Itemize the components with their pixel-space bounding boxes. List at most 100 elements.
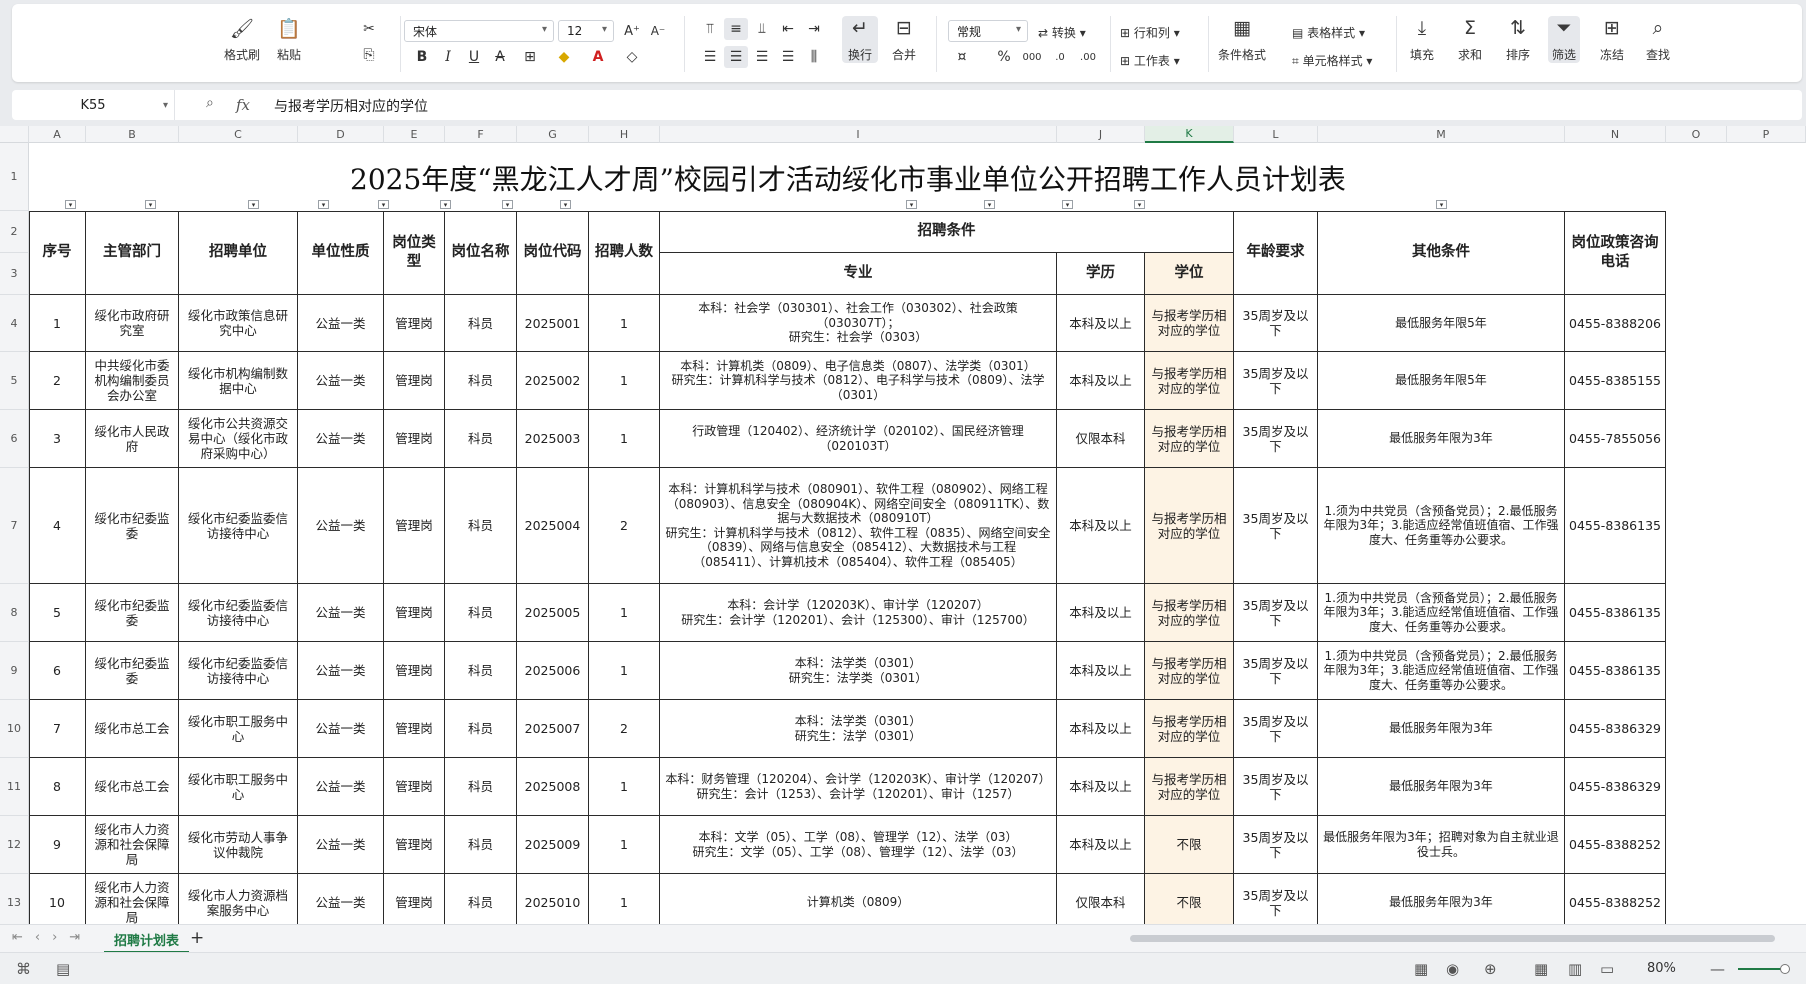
cell-degree[interactable]: 与报考学历相对应的学位	[1145, 295, 1234, 352]
page-layout-icon[interactable]: ▥	[1568, 960, 1582, 978]
font-color-icon[interactable]: A	[586, 46, 610, 68]
cell-count[interactable]: 2	[589, 468, 660, 584]
cell-code[interactable]: 2025004	[517, 468, 589, 584]
cell-count[interactable]: 1	[589, 642, 660, 700]
cell-seq[interactable]: 7	[29, 700, 86, 758]
cell-major[interactable]: 本科：法学类（0301） 研究生：法学类（0301）	[660, 642, 1057, 700]
cell-code[interactable]: 2025006	[517, 642, 589, 700]
column-header[interactable]: F	[445, 126, 517, 143]
strikethrough-icon[interactable]: A	[488, 46, 512, 68]
border-icon[interactable]: ⊞	[518, 46, 542, 68]
cell-nature[interactable]: 公益一类	[298, 352, 384, 410]
cell-nature[interactable]: 公益一类	[298, 874, 384, 924]
indent-decrease-icon[interactable]: ⇤	[776, 18, 800, 40]
filter-dropdown-icon[interactable]: ▾	[1134, 200, 1145, 209]
cell-other[interactable]: 1.须为中共党员（含预备党员）；2.最低服务年限为3年；3.能适应经常值班值宿、…	[1318, 642, 1565, 700]
zoom-icon[interactable]: ⌕	[206, 95, 214, 111]
column-header[interactable]: O	[1666, 126, 1727, 143]
header-post-name[interactable]: 岗位名称	[445, 211, 517, 295]
select-all-corner[interactable]	[0, 126, 29, 143]
cell-unit[interactable]: 绥化市政策信息研究中心	[179, 295, 298, 352]
cell-degree[interactable]: 不限	[1145, 874, 1234, 924]
find-button[interactable]: ⌕ 查找	[1646, 16, 1670, 63]
align-center-icon[interactable]: ☰	[724, 46, 748, 68]
cell-code[interactable]: 2025007	[517, 700, 589, 758]
column-header[interactable]: G	[517, 126, 589, 143]
header-conditions[interactable]: 招聘条件	[660, 211, 1234, 253]
filter-dropdown-icon[interactable]: ▾	[984, 200, 995, 209]
justify-icon[interactable]: ☰	[776, 46, 800, 68]
column-header[interactable]: H	[589, 126, 660, 143]
cell-edu[interactable]: 本科及以上	[1057, 758, 1145, 816]
filter-dropdown-icon[interactable]: ▾	[906, 200, 917, 209]
cell-name[interactable]: 科员	[445, 295, 517, 352]
formula-content[interactable]: 与报考学历相对应的学位	[274, 96, 428, 116]
cell-code[interactable]: 2025008	[517, 758, 589, 816]
filter-dropdown-icon[interactable]: ▾	[145, 200, 156, 209]
cell-age[interactable]: 35周岁及以下	[1234, 874, 1318, 924]
cell-dept[interactable]: 中共绥化市委机构编制委员会办公室	[86, 352, 179, 410]
cell-seq[interactable]: 2	[29, 352, 86, 410]
cell-type[interactable]: 管理岗	[384, 410, 445, 468]
filter-dropdown-icon[interactable]: ▾	[318, 200, 329, 209]
cell-edu[interactable]: 本科及以上	[1057, 295, 1145, 352]
cell-unit[interactable]: 绥化市职工服务中心	[179, 758, 298, 816]
cell-age[interactable]: 35周岁及以下	[1234, 295, 1318, 352]
cell-dept[interactable]: 绥化市纪委监委	[86, 584, 179, 642]
cell-code[interactable]: 2025003	[517, 410, 589, 468]
sheet-nav-arrows[interactable]: ⇤‹›⇥	[12, 930, 92, 945]
cell-other[interactable]: 最低服务年限5年	[1318, 352, 1565, 410]
row-header[interactable]: 10	[0, 700, 29, 758]
cell-edu[interactable]: 本科及以上	[1057, 700, 1145, 758]
cell-degree[interactable]: 不限	[1145, 816, 1234, 874]
view-mode-icon[interactable]: ⊕	[1484, 960, 1497, 978]
cell-name[interactable]: 科员	[445, 758, 517, 816]
row-header[interactable]: 12	[0, 816, 29, 874]
column-header[interactable]: J	[1057, 126, 1145, 143]
format-painter-button[interactable]: 🖌 格式刷	[224, 16, 260, 63]
cell-type[interactable]: 管理岗	[384, 352, 445, 410]
normal-view-icon[interactable]: ▦	[1534, 960, 1548, 978]
sheet-view-icon[interactable]: ▤	[56, 960, 70, 978]
cell-phone[interactable]: 0455-8386135	[1565, 642, 1666, 700]
row-header[interactable]: 9	[0, 642, 29, 700]
cell-code[interactable]: 2025010	[517, 874, 589, 924]
cell-type[interactable]: 管理岗	[384, 700, 445, 758]
cell-unit[interactable]: 绥化市人力资源档案服务中心	[179, 874, 298, 924]
cell-nature[interactable]: 公益一类	[298, 295, 384, 352]
cell-name[interactable]: 科员	[445, 816, 517, 874]
cell-count[interactable]: 1	[589, 758, 660, 816]
cell-seq[interactable]: 10	[29, 874, 86, 924]
cell-count[interactable]: 1	[589, 584, 660, 642]
indent-increase-icon[interactable]: ⇥	[802, 18, 826, 40]
increase-font-icon[interactable]: A⁺	[620, 20, 644, 42]
horizontal-scrollbar[interactable]	[1130, 935, 1775, 942]
cell-code[interactable]: 2025005	[517, 584, 589, 642]
cell-major[interactable]: 本科：财务管理（120204）、会计学（120203K）、审计学（120207）…	[660, 758, 1057, 816]
zoom-slider[interactable]	[1738, 964, 1790, 974]
row-header[interactable]: 8	[0, 584, 29, 642]
cell-name[interactable]: 科员	[445, 700, 517, 758]
filter-dropdown-icon[interactable]: ▾	[502, 200, 513, 209]
align-middle-icon[interactable]: ≡	[724, 18, 748, 40]
cell-type[interactable]: 管理岗	[384, 642, 445, 700]
cell-dept[interactable]: 绥化市人力资源和社会保障局	[86, 816, 179, 874]
header-other[interactable]: 其他条件	[1318, 211, 1565, 295]
cell-seq[interactable]: 9	[29, 816, 86, 874]
cell-other[interactable]: 最低服务年限为3年	[1318, 700, 1565, 758]
row-header[interactable]: 3	[0, 253, 29, 295]
cell-nature[interactable]: 公益一类	[298, 700, 384, 758]
cell-phone[interactable]: 0455-8386135	[1565, 584, 1666, 642]
cell-other[interactable]: 1.须为中共党员（含预备党员）；2.最低服务年限为3年；3.能适应经常值班值宿、…	[1318, 468, 1565, 584]
underline-icon[interactable]: U	[462, 46, 486, 68]
cell-phone[interactable]: 0455-8386329	[1565, 758, 1666, 816]
cell-dept[interactable]: 绥化市政府研究室	[86, 295, 179, 352]
cell-unit[interactable]: 绥化市纪委监委信访接待中心	[179, 468, 298, 584]
cell-count[interactable]: 1	[589, 410, 660, 468]
cell-other[interactable]: 最低服务年限为3年；招聘对象为自主就业退役士兵。	[1318, 816, 1565, 874]
header-degree[interactable]: 学位	[1145, 253, 1234, 295]
cell-seq[interactable]: 5	[29, 584, 86, 642]
cell-major[interactable]: 本科：会计学（120203K）、审计学（120207） 研究生：会计学（1202…	[660, 584, 1057, 642]
cell-phone[interactable]: 0455-8388252	[1565, 874, 1666, 924]
cell-edu[interactable]: 本科及以上	[1057, 816, 1145, 874]
